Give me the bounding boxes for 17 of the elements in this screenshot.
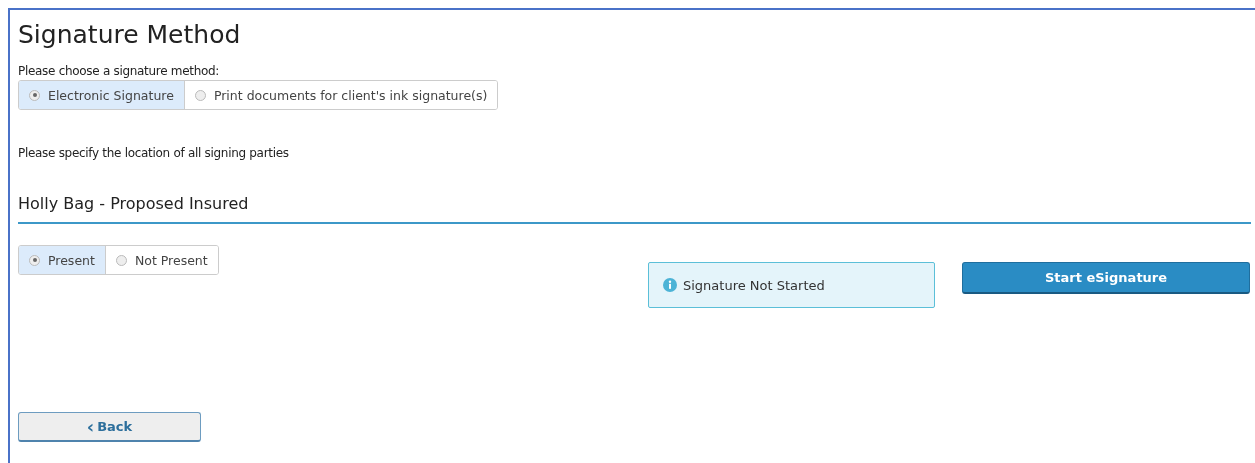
start-esignature-button[interactable]: Start eSignature xyxy=(962,262,1250,294)
radio-option[interactable]: Present xyxy=(19,246,105,274)
method-prompt: Please choose a signature method: xyxy=(18,64,221,78)
radio-option[interactable]: Not Present xyxy=(104,246,218,274)
location-prompt: Please specify the location of all signing parties xyxy=(18,146,290,160)
radio-option[interactable]: Print documents for client's ink signature(s) xyxy=(183,81,498,109)
radio-icon xyxy=(194,89,206,101)
radio-icon xyxy=(29,254,40,266)
page-title: Signature Method xyxy=(18,20,242,50)
radio-option[interactable]: Electronic Signature xyxy=(19,81,184,109)
radio-icon xyxy=(29,89,40,101)
info-icon xyxy=(663,278,677,292)
party-heading: Holly Bag - Proposed Insured xyxy=(18,194,1251,224)
radio-icon xyxy=(115,254,127,266)
caret-icon: ‹ xyxy=(86,419,95,434)
back-button[interactable]: ‹ Back xyxy=(18,412,201,442)
status-text: Signature Not Started xyxy=(683,277,825,293)
